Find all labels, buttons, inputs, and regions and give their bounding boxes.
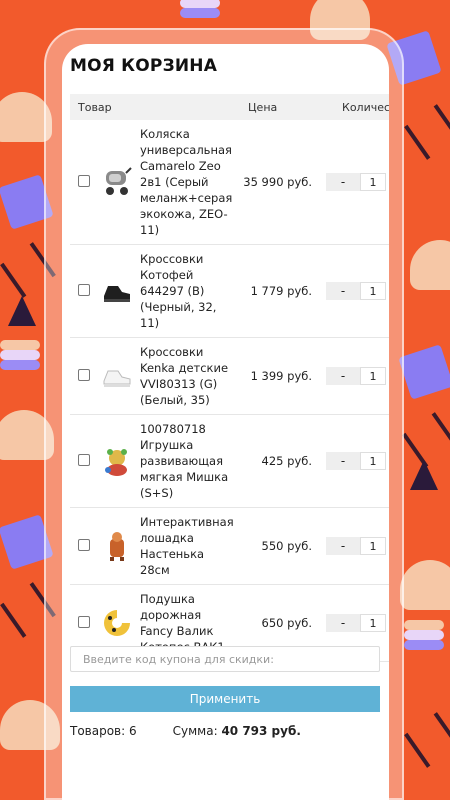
pillow-icon bbox=[104, 610, 130, 636]
item-name: 100780718 Игрушка развивающая мягкая Миш… bbox=[136, 414, 235, 508]
white-sneaker-icon bbox=[103, 370, 131, 387]
pattern-shape bbox=[404, 712, 450, 768]
table-row: Кроссовки Котофей 644297 (В) (Черный, 32… bbox=[70, 244, 389, 338]
header-price: Цена bbox=[234, 94, 321, 120]
decrease-button[interactable]: - bbox=[326, 282, 361, 300]
item-price: 35 990 руб. bbox=[234, 120, 321, 245]
table-row: Интерактивная лошадка Настенька 28см 550… bbox=[70, 507, 389, 585]
items-count-label: Товаров: bbox=[70, 724, 126, 738]
pattern-shape bbox=[8, 296, 36, 326]
quantity-stepper[interactable]: - 1 bbox=[326, 452, 389, 470]
quantity-input[interactable]: 1 bbox=[360, 537, 387, 555]
cart-total-value: 40 793 руб. bbox=[221, 724, 301, 738]
quantity-input[interactable]: 1 bbox=[360, 173, 387, 191]
pattern-shape bbox=[0, 360, 40, 370]
page-title: МОЯ КОРЗИНА bbox=[70, 56, 218, 76]
item-checkbox[interactable] bbox=[78, 174, 90, 187]
items-count-value: 6 bbox=[129, 724, 137, 738]
table-row: Коляска универсальная Camarelo Zeo 2в1 (… bbox=[70, 120, 389, 245]
header-qty: Количество bbox=[320, 94, 389, 120]
coupon-input[interactable]: Введите код купона для скидки: bbox=[70, 646, 380, 672]
cart-total-label: Сумма: bbox=[172, 724, 218, 738]
pattern-shape bbox=[398, 344, 450, 400]
item-name: Кроссовки Котофей 644297 (В) (Черный, 32… bbox=[136, 244, 235, 338]
cart-panel: МОЯ КОРЗИНА Товар Цена Количество bbox=[62, 44, 389, 800]
decrease-button[interactable]: - bbox=[326, 367, 361, 385]
quantity-input[interactable]: 1 bbox=[360, 452, 387, 470]
quantity-stepper[interactable]: - 1 bbox=[326, 367, 389, 385]
pattern-shape bbox=[400, 560, 450, 610]
item-price: 425 руб. bbox=[234, 414, 321, 508]
item-name: Интерактивная лошадка Настенька 28см bbox=[136, 507, 235, 585]
pattern-shape bbox=[404, 104, 450, 160]
quantity-stepper[interactable]: - 1 bbox=[326, 173, 389, 191]
item-name: Кроссовки Kenka детские VVI80313 (G) (Бе… bbox=[136, 337, 235, 415]
item-checkbox[interactable] bbox=[78, 453, 90, 466]
item-price: 1 779 руб. bbox=[234, 244, 321, 338]
decrease-button[interactable]: - bbox=[326, 173, 361, 191]
table-row: Кроссовки Kenka детские VVI80313 (G) (Бе… bbox=[70, 337, 389, 415]
item-checkbox[interactable] bbox=[78, 283, 90, 296]
quantity-stepper[interactable]: - 1 bbox=[326, 537, 389, 555]
item-checkbox[interactable] bbox=[78, 368, 90, 381]
items-count: Товаров: 6 bbox=[70, 724, 137, 738]
pattern-shape bbox=[410, 460, 438, 490]
quantity-input[interactable]: 1 bbox=[360, 614, 387, 632]
stroller-icon bbox=[106, 167, 132, 195]
cart-total: Сумма: 40 793 руб. bbox=[173, 724, 301, 738]
horse-toy-icon bbox=[110, 532, 124, 561]
item-name: Коляска универсальная Camarelo Zeo 2в1 (… bbox=[136, 120, 235, 245]
item-price: 1 399 руб. bbox=[234, 337, 321, 415]
pattern-shape bbox=[180, 8, 220, 18]
item-checkbox[interactable] bbox=[78, 615, 90, 628]
apply-button[interactable]: Применить bbox=[70, 686, 380, 712]
cart-table[interactable]: Товар Цена Количество bbox=[70, 94, 389, 674]
quantity-input[interactable]: 1 bbox=[360, 282, 387, 300]
pattern-shape bbox=[410, 240, 450, 290]
quantity-stepper[interactable]: - 1 bbox=[326, 282, 389, 300]
header-product: Товар bbox=[70, 94, 235, 120]
bear-toy-icon bbox=[105, 449, 127, 476]
item-checkbox[interactable] bbox=[78, 538, 90, 551]
quantity-input[interactable]: 1 bbox=[360, 367, 387, 385]
table-row: 100780718 Игрушка развивающая мягкая Миш… bbox=[70, 414, 389, 508]
quantity-stepper[interactable]: - 1 bbox=[326, 614, 389, 632]
item-price: 550 руб. bbox=[234, 507, 321, 585]
pattern-shape bbox=[404, 640, 444, 650]
cart-summary: Товаров: 6 Сумма: 40 793 руб. bbox=[70, 724, 301, 738]
decrease-button[interactable]: - bbox=[326, 614, 361, 632]
decrease-button[interactable]: - bbox=[326, 537, 361, 555]
decrease-button[interactable]: - bbox=[326, 452, 361, 470]
black-sneaker-icon bbox=[104, 286, 130, 302]
table-header-row: Товар Цена Количество bbox=[70, 94, 389, 120]
